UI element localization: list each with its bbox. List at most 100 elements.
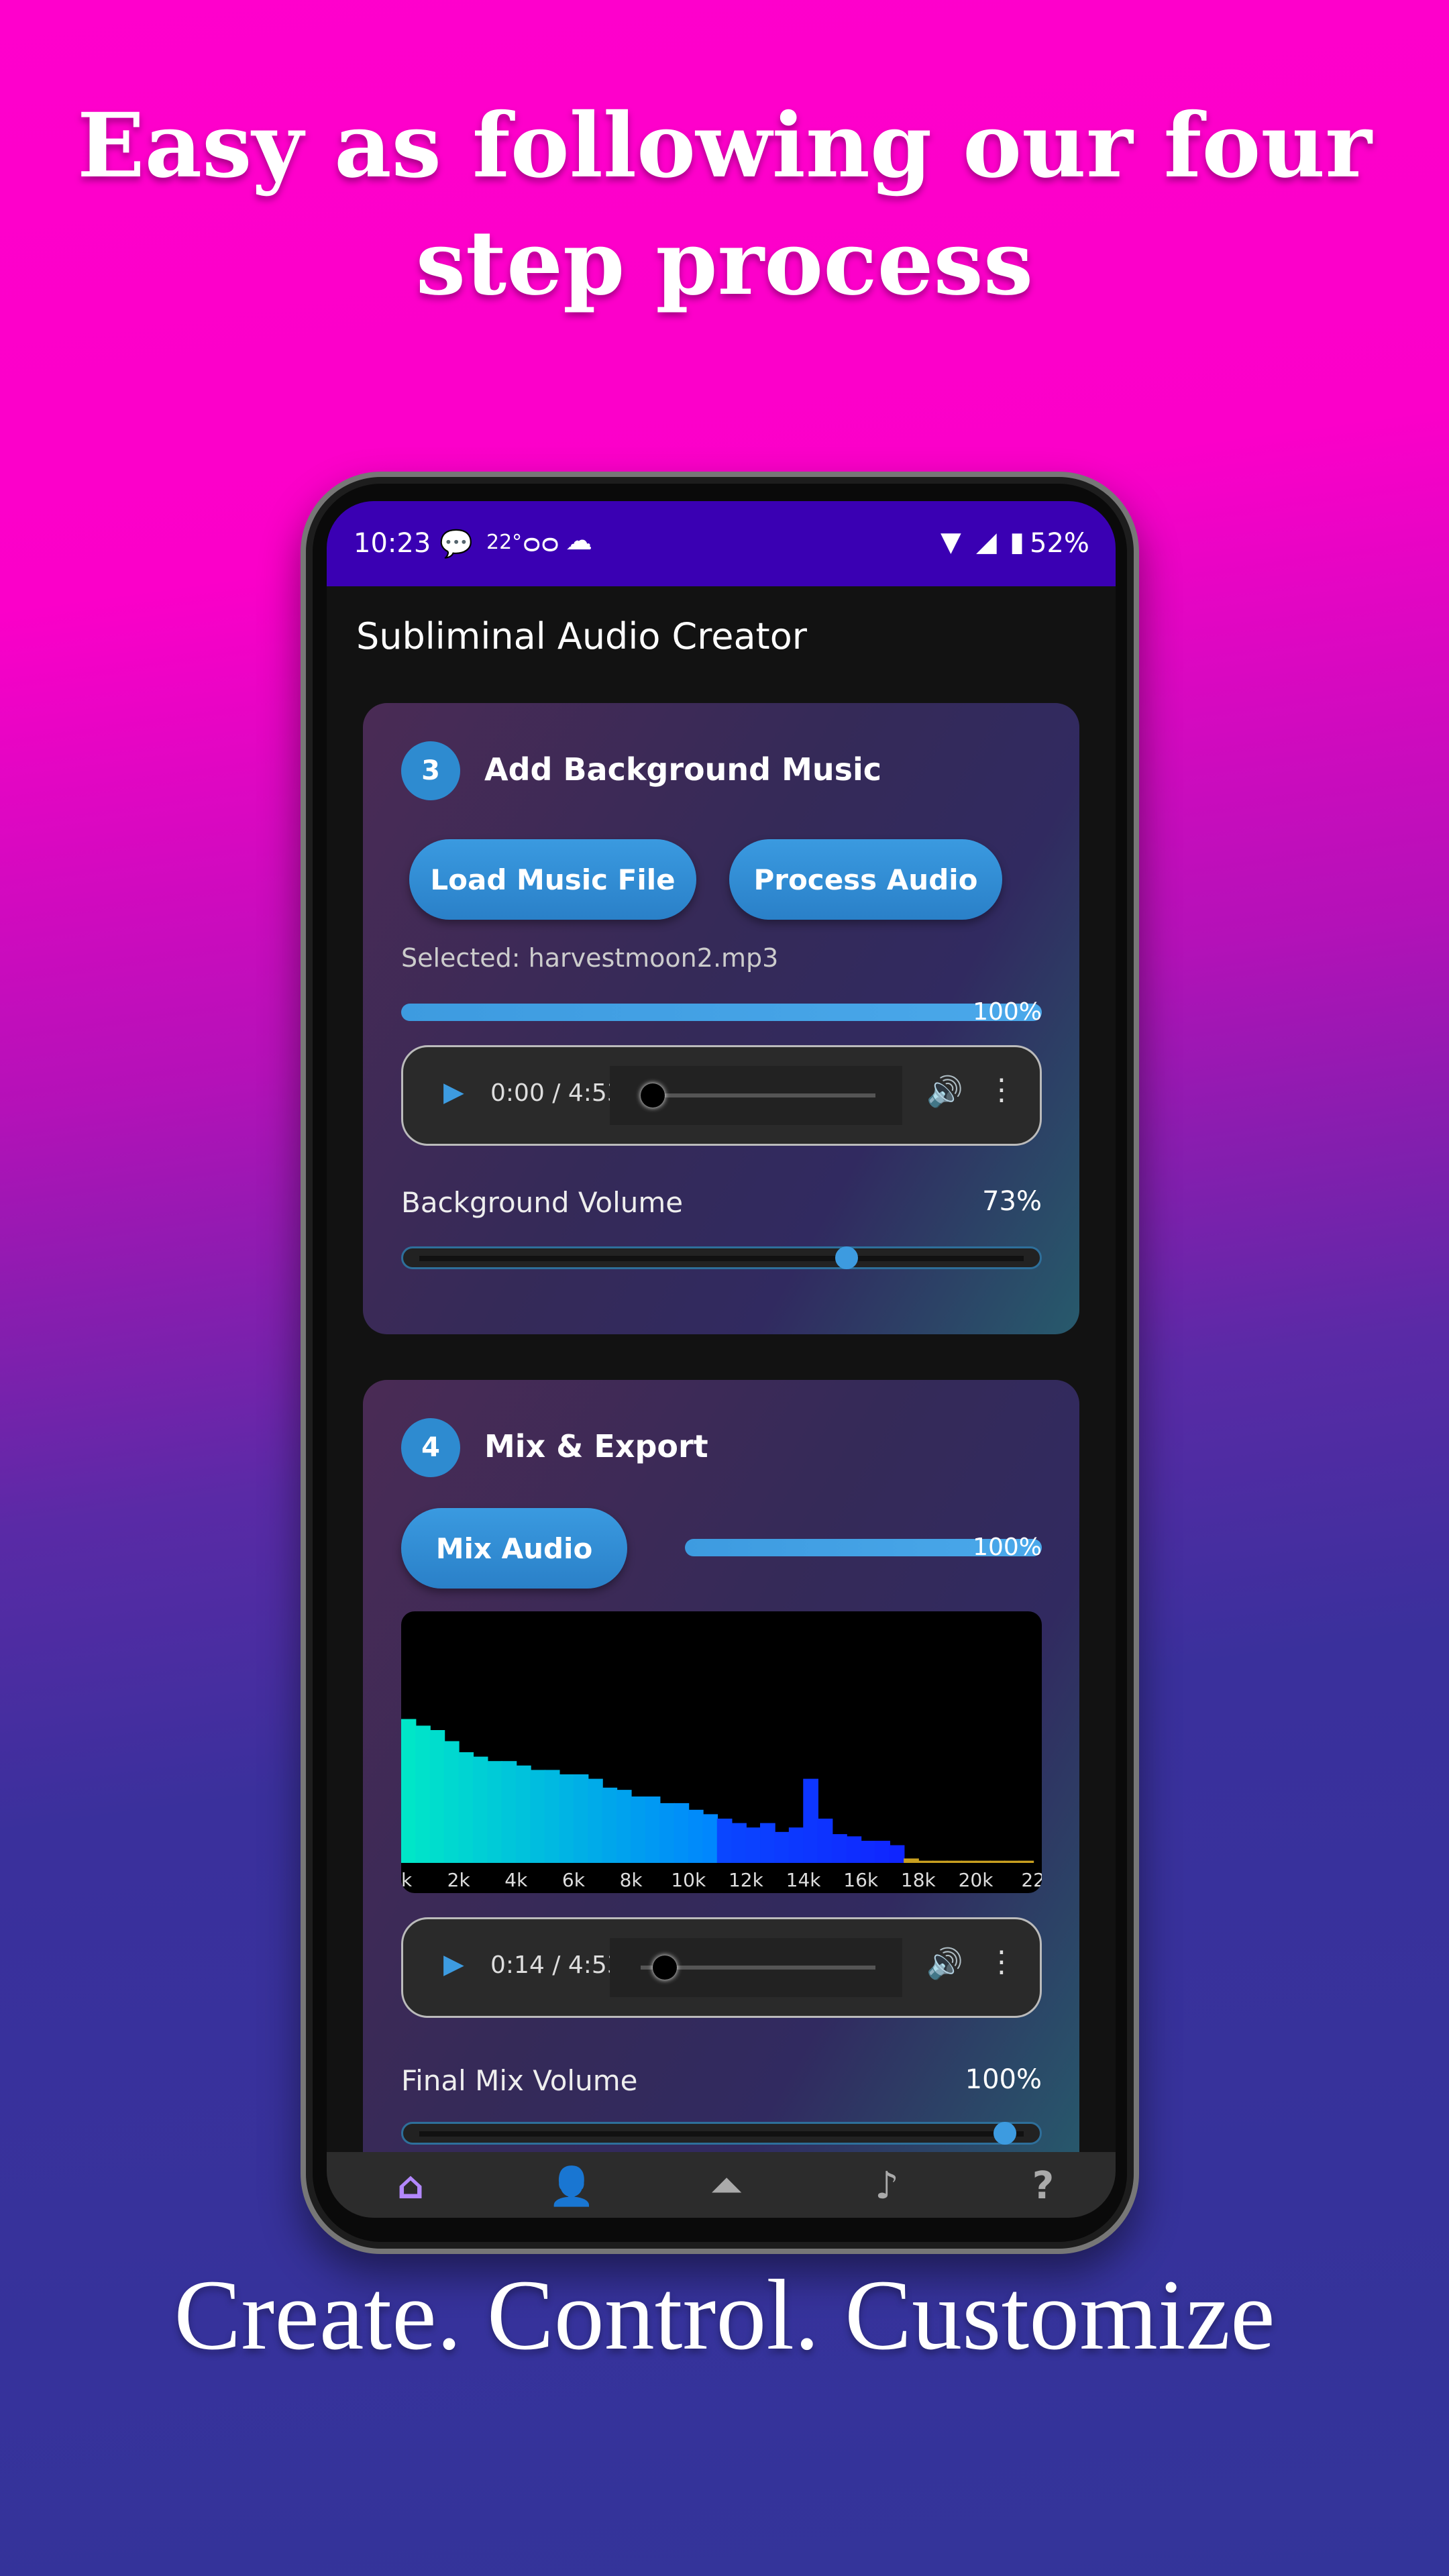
- process-audio-button[interactable]: Process Audio: [729, 839, 1002, 920]
- spectrum-bar: [918, 1860, 934, 1863]
- status-time: 10:23: [354, 528, 431, 559]
- spectrum-tick-label: 16k: [843, 1869, 879, 1891]
- step3-card: 3 Add Background Music Load Music File P…: [363, 703, 1079, 1334]
- audio-player: ▶ 0:14 / 4:53 🔊 ⋮: [401, 1917, 1042, 2018]
- progress-label: 100%: [973, 998, 1042, 1026]
- spectrum-bar: [401, 1719, 417, 1863]
- spectrum-bar: [1018, 1860, 1034, 1863]
- spectrum-bar: [573, 1774, 589, 1863]
- volume-label: Final Mix Volume: [401, 2064, 638, 2097]
- nav-voice-icon[interactable]: 👤: [548, 2164, 595, 2208]
- status-battery: 52%: [1030, 528, 1089, 559]
- spectrum-bar: [760, 1823, 775, 1863]
- mix-audio-button[interactable]: Mix Audio: [401, 1508, 627, 1589]
- phone-screen: 10:23 💬 22° ᴑᴑ ☁ ▼ ◢ ▮ 52% Subliminal Au…: [327, 501, 1116, 2218]
- spectrum-bar: [487, 1761, 502, 1863]
- volume-value: 73%: [982, 1186, 1042, 1217]
- spectrum-bar: [415, 1725, 431, 1863]
- cloud-icon: ☁: [566, 525, 592, 556]
- spectrum-bar: [530, 1770, 546, 1863]
- wifi-icon: ▼: [941, 527, 961, 557]
- spectrum-bar: [659, 1803, 675, 1863]
- nav-help-icon[interactable]: ?: [1023, 2164, 1063, 2208]
- slider-thumb[interactable]: [835, 1246, 859, 1269]
- spectrum-analyzer: k 2k 4k 6k 8k 10k 12k 14k 16k 18k 20k 22: [401, 1611, 1042, 1893]
- spectrum-tick-label: 18k: [901, 1869, 936, 1891]
- step-badge: 3: [401, 741, 460, 800]
- spectrum-bar: [616, 1790, 632, 1863]
- slider-thumb[interactable]: [994, 2122, 1016, 2145]
- spectrum-bar: [803, 1778, 818, 1863]
- spectrum-bar: [745, 1827, 761, 1863]
- volume-icon[interactable]: 🔊: [926, 1074, 963, 1109]
- nav-music-note-icon[interactable]: ♪: [867, 2164, 907, 2208]
- spectrum-bar: [860, 1841, 876, 1863]
- signal-icon: ◢: [976, 527, 997, 557]
- spectrum-bar: [674, 1803, 690, 1863]
- messenger-icon: 💬: [439, 529, 473, 559]
- headline-line-2: step process: [415, 211, 1034, 315]
- step4-card: 4 Mix & Export Mix Audio 100% k 2k 4k 6k 8k 1…: [363, 1380, 1079, 2185]
- final-mix-volume-slider[interactable]: [401, 2122, 1042, 2145]
- more-options-icon[interactable]: ⋮: [987, 1945, 1016, 1979]
- spectrum-tick-label: 4k: [504, 1869, 528, 1891]
- spectrum-bar: [1004, 1860, 1020, 1863]
- spectrum-bar: [429, 1730, 445, 1863]
- progress-label: 100%: [973, 1534, 1042, 1561]
- seek-thumb[interactable]: [641, 1083, 665, 1108]
- seek-bar[interactable]: [610, 1066, 902, 1125]
- status-temperature: 22°: [486, 531, 523, 554]
- spectrum-bar: [631, 1796, 647, 1863]
- spectrum-bar: [875, 1841, 891, 1863]
- bottom-nav: ⌂ 👤 ⏶ ♪ ?: [327, 2152, 1116, 2218]
- player-time: 0:14 / 4:53: [490, 1951, 623, 1979]
- spectrum-bar: [975, 1860, 991, 1863]
- progress-bar: [401, 1004, 1042, 1021]
- spectrum-tick-label: 10k: [671, 1869, 706, 1891]
- spectrum-bar: [501, 1761, 517, 1863]
- nav-upload-icon[interactable]: ⏶: [706, 2164, 747, 2208]
- selected-file: Selected: harvestmoon2.mp3: [401, 943, 779, 973]
- audio-player: ▶ 0:00 / 4:53 🔊 ⋮: [401, 1045, 1042, 1146]
- seek-thumb[interactable]: [653, 1955, 677, 1980]
- play-icon[interactable]: ▶: [443, 1077, 464, 1108]
- voicemail-icon: ᴑᴑ: [523, 528, 559, 559]
- app-title: Subliminal Audio Creator: [356, 615, 807, 657]
- spectrum-bar: [774, 1831, 790, 1863]
- spectrum-bar: [731, 1823, 747, 1863]
- step-title: Add Background Music: [484, 751, 882, 788]
- spectrum-bar: [702, 1814, 718, 1863]
- battery-charging-icon: ▮: [1010, 527, 1025, 557]
- spectrum-bar: [472, 1756, 488, 1863]
- background-volume-slider[interactable]: [401, 1246, 1042, 1269]
- load-music-button[interactable]: Load Music File: [409, 839, 696, 920]
- spectrum-bar: [645, 1796, 661, 1863]
- spectrum-bar: [817, 1819, 833, 1863]
- spectrum-bar: [716, 1819, 733, 1863]
- spectrum-bar: [458, 1752, 474, 1863]
- step-title: Mix & Export: [484, 1428, 708, 1464]
- spectrum-bar: [544, 1770, 560, 1863]
- volume-icon[interactable]: 🔊: [926, 1946, 963, 1981]
- spectrum-bar: [516, 1765, 531, 1863]
- spectrum-bar: [846, 1836, 862, 1863]
- spectrum-bar: [832, 1834, 847, 1863]
- spectrum-bar: [443, 1741, 460, 1863]
- spectrum-bar: [904, 1858, 919, 1863]
- spectrum-bar: [889, 1845, 905, 1863]
- more-options-icon[interactable]: ⋮: [987, 1073, 1016, 1107]
- spectrum-bar: [961, 1860, 977, 1863]
- spectrum-bar: [989, 1860, 1006, 1863]
- volume-label: Background Volume: [401, 1186, 684, 1219]
- volume-value: 100%: [965, 2064, 1042, 2095]
- spectrum-tick-label: 22: [1021, 1869, 1042, 1891]
- status-bar: 10:23 💬 22° ᴑᴑ ☁ ▼ ◢ ▮ 52%: [327, 501, 1116, 586]
- nav-home-icon[interactable]: ⌂: [390, 2164, 431, 2208]
- play-icon[interactable]: ▶: [443, 1949, 464, 1980]
- spectrum-bar: [932, 1860, 948, 1863]
- spectrum-bar: [947, 1860, 963, 1863]
- progress-fill: [401, 1004, 1042, 1021]
- headline: Easy as following our four step process: [0, 87, 1449, 322]
- headline-line-1: Easy as following our four: [77, 94, 1372, 198]
- seek-bar[interactable]: [610, 1938, 902, 1997]
